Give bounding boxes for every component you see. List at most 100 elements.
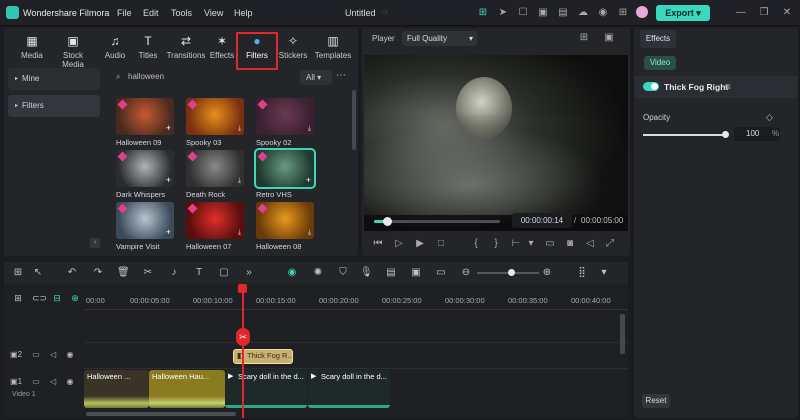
download-icon[interactable]: ⤓	[238, 229, 241, 237]
zoom-out-icon[interactable]: ⊖	[460, 267, 472, 278]
microphone-icon[interactable]: 🎙	[360, 267, 373, 278]
marker-icon[interactable]: ⊢	[510, 238, 522, 250]
text-icon[interactable]: T	[193, 267, 205, 278]
play-forward-icon[interactable]: ▶	[414, 238, 426, 250]
add-icon[interactable]: +	[306, 175, 311, 185]
redo-icon[interactable]: ↷	[92, 267, 104, 278]
timeline-horizontal-scrollbar[interactable]	[86, 412, 236, 416]
filter-thumbnail[interactable]: + Dark Whispers	[116, 150, 174, 208]
tab-titles[interactable]: T Titles	[128, 34, 168, 68]
notification-icon[interactable]: ☐	[517, 7, 529, 19]
delete-icon[interactable]: 🗑	[117, 267, 130, 278]
sidebar-item-mine[interactable]: Mine	[8, 68, 100, 90]
mark-out-icon[interactable]: }	[490, 238, 502, 250]
menu-view[interactable]: View	[204, 8, 223, 18]
tab-templates[interactable]: ▥ Templates	[311, 34, 355, 68]
keyframe-icon[interactable]: ◇	[766, 112, 773, 123]
split-scissor-icon[interactable]: ✂	[236, 328, 250, 346]
grid-icon[interactable]: ⊞	[617, 7, 629, 19]
add-icon[interactable]: +	[166, 227, 171, 237]
magnet-icon[interactable]: ⊕	[69, 293, 81, 304]
add-icon[interactable]: +	[166, 123, 171, 133]
effect-toggle[interactable]	[643, 82, 659, 91]
folder-icon[interactable]: ▭	[32, 377, 40, 386]
export-button[interactable]: Export ▾	[656, 5, 710, 21]
grid-scrollbar[interactable]	[352, 90, 356, 150]
reset-button[interactable]: Reset	[642, 394, 670, 408]
playback-scrubber[interactable]	[374, 217, 500, 226]
timeline-grid-icon[interactable]: ⣿	[576, 267, 588, 278]
grid-view-icon[interactable]: ⊞	[578, 32, 590, 44]
filter-thumbnail[interactable]: + Vampire Visit	[116, 202, 174, 260]
gift-icon[interactable]: ⊞	[477, 7, 489, 19]
restore-icon[interactable]: ❐	[758, 7, 770, 19]
quality-select[interactable]: Full Quality ▾	[402, 31, 477, 46]
tab-transitions[interactable]: ⇄ Transitions	[165, 34, 207, 68]
track-audio-icon[interactable]: ◁	[50, 377, 56, 386]
tab-stickers[interactable]: ✧ Stickers	[274, 34, 312, 68]
subtab-video[interactable]: Video	[644, 56, 676, 70]
avatar[interactable]	[636, 6, 648, 18]
cloud-upload-icon[interactable]: ☁	[577, 7, 589, 19]
fullscreen-icon[interactable]: ⤢	[604, 238, 616, 250]
zoom-slider[interactable]	[477, 269, 539, 276]
display-icon[interactable]: ▭	[544, 238, 556, 250]
track-visibility-icon[interactable]: ◉	[66, 350, 73, 359]
caption-icon[interactable]: ▭	[435, 267, 447, 278]
tab-filters[interactable]: ● Filters	[236, 32, 278, 70]
mark-in-icon[interactable]: {	[470, 238, 482, 250]
split-icon[interactable]: ✂	[142, 267, 154, 278]
crop-icon[interactable]: ▢	[218, 267, 230, 278]
close-icon[interactable]: ✕	[781, 7, 793, 19]
filter-thumbnail[interactable]: ⤓ Spooky 02	[256, 98, 314, 156]
camera-icon[interactable]: ◙	[564, 238, 576, 250]
download-icon[interactable]: ⤓	[308, 229, 311, 237]
current-time[interactable]: 00:00:00:14	[512, 213, 572, 228]
shield-icon[interactable]: ⛉	[337, 267, 349, 278]
opacity-input[interactable]: 100 %	[734, 127, 780, 141]
filter-thumbnail[interactable]: ⤓ Halloween 07	[186, 202, 244, 260]
tab-media[interactable]: ▦ Media	[12, 34, 52, 68]
menu-file[interactable]: File	[117, 8, 132, 18]
download-icon[interactable]: ⤓	[238, 177, 241, 185]
playhead[interactable]	[242, 284, 244, 418]
undo-icon[interactable]: ↶	[66, 267, 78, 278]
track-visibility-icon[interactable]: ◉	[66, 377, 73, 386]
sidebar-item-filters[interactable]: Filters	[8, 95, 100, 117]
volume-icon[interactable]: ◁	[584, 238, 596, 250]
filter-thumbnail[interactable]: + Halloween 09	[116, 98, 174, 156]
filter-thumbnail[interactable]: + Retro VHS	[254, 148, 316, 208]
effect-settings-icon[interactable]: ⧈	[725, 81, 731, 92]
minimize-icon[interactable]: —	[735, 7, 747, 19]
stop-icon[interactable]: □	[435, 238, 447, 250]
snapshot-icon[interactable]: ▣	[603, 32, 615, 44]
add-icon[interactable]: +	[166, 175, 171, 185]
ai-icon[interactable]: ◉	[286, 267, 298, 278]
headset-icon[interactable]: ◉	[597, 7, 609, 19]
more-tools-icon[interactable]: »	[243, 267, 255, 278]
menu-help[interactable]: Help	[234, 8, 253, 18]
timeline-options-icon[interactable]: ▾	[598, 267, 610, 278]
menu-tools[interactable]: Tools	[171, 8, 192, 18]
folder-icon[interactable]: ▭	[32, 350, 40, 359]
send-icon[interactable]: ➤	[497, 7, 509, 19]
timeline-vertical-scrollbar[interactable]	[620, 314, 625, 354]
previous-frame-icon[interactable]: ⏮	[372, 238, 384, 250]
video-clip[interactable]: ▶ Scary doll in the d...	[225, 370, 307, 408]
more-options-icon[interactable]: ⋯	[336, 70, 346, 81]
save-icon[interactable]: ▤	[557, 7, 569, 19]
add-track-icon[interactable]: ⊞	[12, 293, 24, 304]
marker-dropdown-icon[interactable]: ▾	[525, 238, 537, 250]
render-icon[interactable]: ✺	[312, 267, 324, 278]
tab-effects-props[interactable]: Effects	[640, 30, 676, 48]
filter-thumbnail[interactable]: ⤓ Spooky 03	[186, 98, 244, 156]
link-icon[interactable]: ⊂⊃	[32, 293, 47, 304]
tab-effects[interactable]: ✶ Effects	[203, 34, 241, 68]
opacity-slider[interactable]	[643, 131, 729, 138]
track-audio-icon[interactable]: ◁	[50, 350, 56, 359]
zoom-in-icon[interactable]: ⊕	[541, 267, 553, 278]
playhead-handle[interactable]	[238, 284, 247, 293]
play-icon[interactable]: ▷	[393, 238, 405, 250]
select-tool-icon[interactable]: ↖	[32, 267, 44, 278]
filter-thumbnail[interactable]: ⤓ Death Rock	[186, 150, 244, 208]
